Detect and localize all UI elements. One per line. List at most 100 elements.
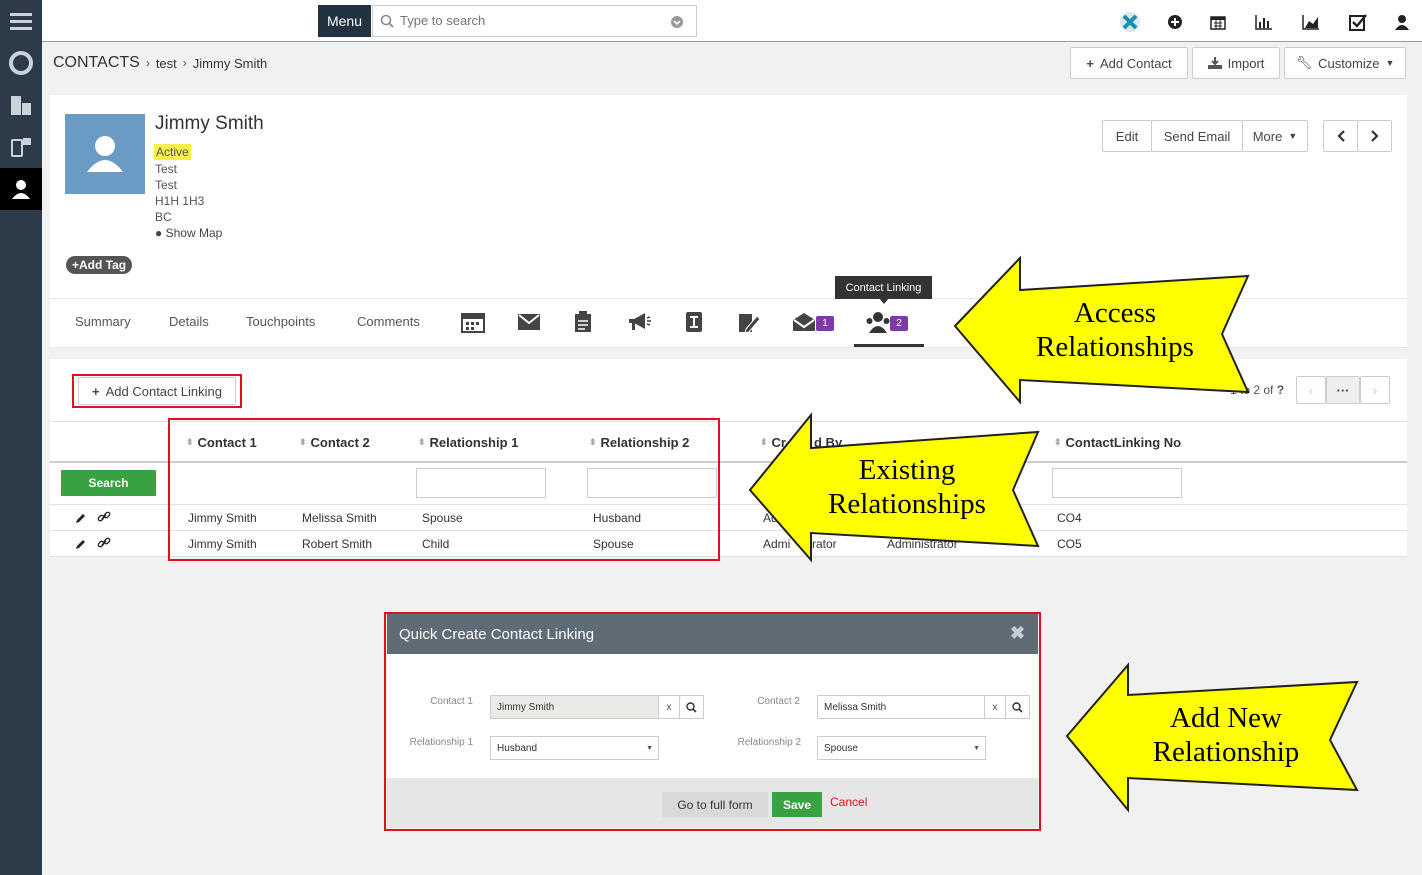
search-button[interactable]: Search xyxy=(61,470,156,496)
contact1-label: Contact 1 xyxy=(430,696,473,707)
modal-header: Quick Create Contact Linking ✖ xyxy=(387,614,1038,654)
breadcrumb-separator-icon: › xyxy=(145,56,150,70)
search-contact2-button[interactable] xyxy=(1005,695,1030,719)
contact1-field[interactable]: Jimmy Smith xyxy=(490,695,659,719)
cell-linking-no[interactable]: CO5 xyxy=(1057,537,1082,551)
address-line: Test xyxy=(155,162,178,176)
ellipsis-icon: ··· xyxy=(1336,382,1350,398)
customize-label: Customize xyxy=(1318,55,1380,71)
pencil-icon[interactable] xyxy=(75,538,87,550)
breadcrumb-item-record: Jimmy Smith xyxy=(192,55,268,71)
left-sidebar xyxy=(0,0,42,875)
devices-icon[interactable] xyxy=(0,126,42,168)
breadcrumb: CONTACTS › test › Jimmy Smith xyxy=(53,53,267,73)
previous-record-button[interactable] xyxy=(1323,120,1358,152)
add-tag-button[interactable]: + Add Tag xyxy=(66,256,133,274)
search-icon xyxy=(686,701,697,713)
clear-contact1-button[interactable]: x xyxy=(658,695,680,719)
access-relationships-label: Access Relationships xyxy=(1020,296,1210,364)
save-button[interactable]: Save xyxy=(772,792,822,817)
chevron-down-circle-icon[interactable] xyxy=(670,15,684,29)
filter-linking-no-input[interactable] xyxy=(1052,468,1182,498)
next-page-button[interactable]: › xyxy=(1360,376,1390,404)
envelope-tab-icon[interactable] xyxy=(516,310,542,334)
checkbox-icon[interactable] xyxy=(1347,11,1369,33)
relationship2-value: Spouse xyxy=(824,742,858,754)
document-tab-icon[interactable] xyxy=(570,310,596,334)
breadcrumb-module[interactable]: CONTACTS xyxy=(53,54,140,72)
column-header-linking-no[interactable]: ⬍ ContactLinking No xyxy=(1054,435,1181,450)
cell-linking-no[interactable]: CO4 xyxy=(1057,511,1082,525)
relationship1-value: Husband xyxy=(497,742,538,754)
callout-line: Relationships xyxy=(1036,331,1194,363)
open-envelope-tab-icon[interactable] xyxy=(791,310,817,334)
chevron-left-icon: ‹ xyxy=(1308,382,1314,398)
mail-count-badge: 1 xyxy=(816,316,834,331)
link-icon[interactable] xyxy=(97,510,111,524)
previous-page-button[interactable]: ‹ xyxy=(1296,376,1326,404)
contact2-field[interactable]: Melissa Smith xyxy=(817,695,986,719)
send-email-button[interactable]: Send Email xyxy=(1151,120,1243,152)
close-icon[interactable]: ✖ xyxy=(1010,623,1025,644)
tab-summary[interactable]: Summary xyxy=(75,314,131,329)
customize-button[interactable]: 🔧︎ Customize ▼ xyxy=(1284,47,1406,79)
contact-linking-tab-icon[interactable] xyxy=(865,310,891,334)
megaphone-tab-icon[interactable] xyxy=(626,310,652,334)
search-input[interactable] xyxy=(400,13,670,28)
quick-create-modal: Quick Create Contact Linking ✖ Contact 1… xyxy=(387,614,1038,828)
page-jump-button[interactable]: ··· xyxy=(1326,376,1360,404)
menu-button[interactable]: Menu xyxy=(318,5,371,37)
buildings-icon[interactable] xyxy=(0,84,42,126)
link-icon[interactable] xyxy=(97,536,111,550)
highlight-add-linking xyxy=(72,374,242,408)
top-bar: Menu xyxy=(42,0,1422,42)
callout-line: Existing xyxy=(858,454,956,486)
contacts-nav-icon[interactable] xyxy=(0,168,42,210)
modal-footer: Go to full form Save Cancel xyxy=(387,778,1038,828)
chevron-right-icon xyxy=(1370,130,1379,142)
wrench-icon: 🔧︎ xyxy=(1295,55,1313,70)
add-contact-label: Add Contact xyxy=(1100,55,1172,71)
contact-linking-tooltip: Contact Linking xyxy=(835,276,932,299)
calendar-icon[interactable] xyxy=(1207,11,1229,33)
breadcrumb-separator-icon: › xyxy=(182,56,187,70)
edit-button[interactable]: Edit xyxy=(1102,120,1152,152)
show-map-link[interactable]: ● Show Map xyxy=(155,226,222,240)
go-to-full-form-button[interactable]: Go to full form xyxy=(662,792,768,817)
plus-circle-icon[interactable] xyxy=(1164,11,1186,33)
lifebuoy-icon[interactable] xyxy=(0,42,42,84)
pencil-icon[interactable] xyxy=(75,512,87,524)
area-chart-icon[interactable] xyxy=(1300,11,1322,33)
user-icon[interactable] xyxy=(1391,11,1413,33)
edit-document-tab-icon[interactable] xyxy=(736,310,762,334)
breadcrumb-item-filter[interactable]: test xyxy=(156,56,177,71)
relationship2-label: Relationship 2 xyxy=(737,737,801,748)
hamburger-menu-icon[interactable] xyxy=(0,0,42,42)
ticket-tab-icon[interactable] xyxy=(681,310,707,334)
add-contact-button[interactable]: + Add Contact xyxy=(1070,47,1188,79)
more-button[interactable]: More ▼ xyxy=(1242,120,1308,152)
calendar-tab-icon[interactable] xyxy=(460,310,486,334)
search-contact1-button[interactable] xyxy=(679,695,704,719)
next-record-button[interactable] xyxy=(1357,120,1392,152)
callout-line: Relationships xyxy=(828,488,986,520)
bar-chart-icon[interactable] xyxy=(1253,11,1275,33)
import-button[interactable]: Import xyxy=(1192,47,1280,79)
add-new-relationship-label: Add New Relationship xyxy=(1125,701,1327,769)
tab-comments[interactable]: Comments xyxy=(357,314,420,329)
tab-touchpoints[interactable]: Touchpoints xyxy=(246,314,315,329)
crm-logo-icon[interactable] xyxy=(1119,11,1141,33)
address-line: BC xyxy=(155,210,172,224)
clear-contact2-button[interactable]: x xyxy=(984,695,1006,719)
address-line: H1H 1H3 xyxy=(155,194,205,208)
relationship2-select[interactable]: Spouse ▼ xyxy=(817,736,986,760)
cancel-link[interactable]: Cancel xyxy=(830,795,867,809)
pagination-total: ? xyxy=(1276,383,1285,397)
global-search[interactable] xyxy=(372,5,697,37)
tab-details[interactable]: Details xyxy=(169,314,209,329)
search-icon xyxy=(1012,701,1023,713)
caret-down-icon: ▼ xyxy=(973,744,980,752)
address-line: Test xyxy=(155,178,178,192)
relationship1-select[interactable]: Husband ▼ xyxy=(490,736,659,760)
table-row xyxy=(75,536,111,553)
